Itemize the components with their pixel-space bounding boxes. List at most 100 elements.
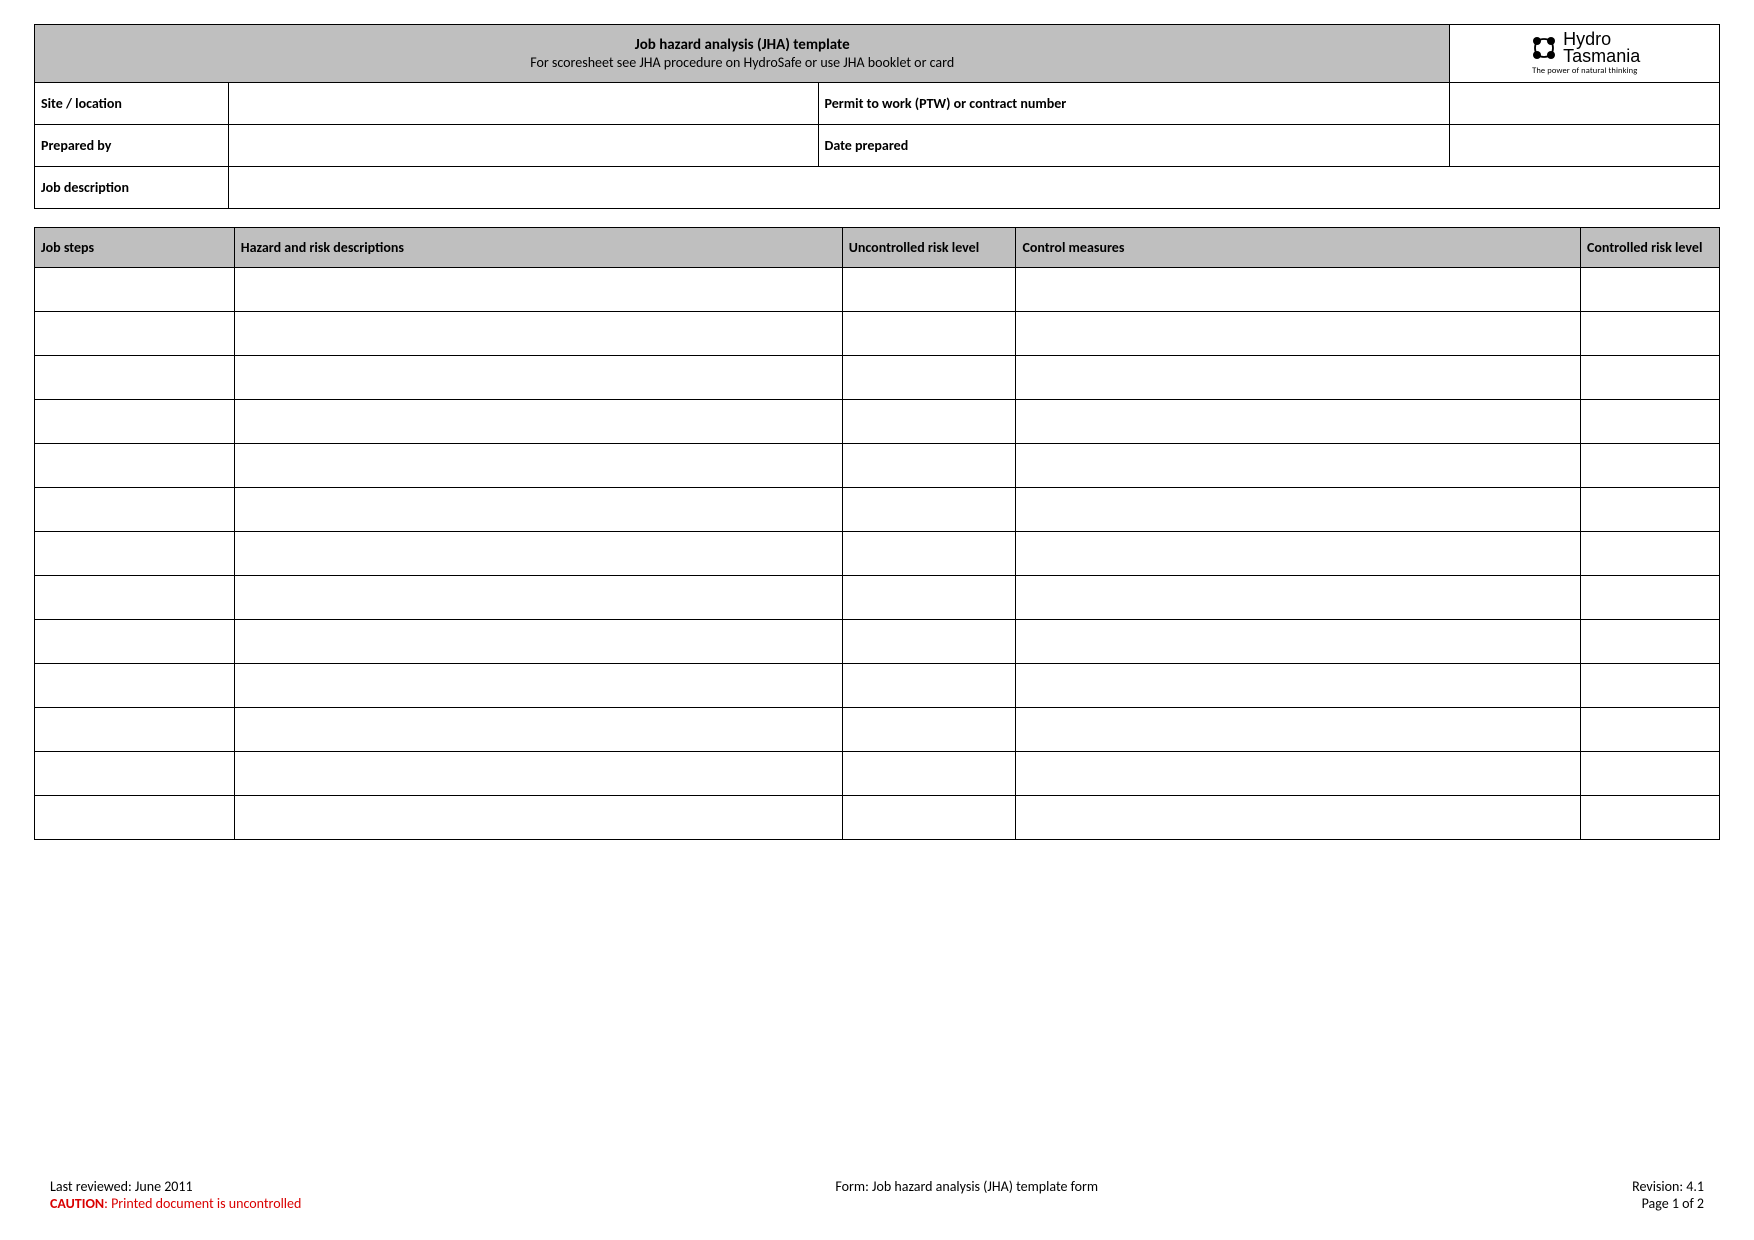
cell-uncontrolled-risk[interactable] [842, 619, 1016, 663]
cell-controlled-risk[interactable] [1581, 487, 1720, 531]
ptw-field[interactable] [1450, 82, 1720, 124]
cell-job-steps[interactable] [35, 751, 235, 795]
table-row [35, 795, 1720, 839]
cell-hazard-desc[interactable] [234, 795, 842, 839]
table-row [35, 575, 1720, 619]
cell-uncontrolled-risk[interactable] [842, 355, 1016, 399]
cell-hazard-desc[interactable] [234, 399, 842, 443]
cell-control-measures[interactable] [1016, 531, 1581, 575]
header-info-table: Job hazard analysis (JHA) template For s… [34, 24, 1720, 209]
cell-job-steps[interactable] [35, 575, 235, 619]
cell-hazard-desc[interactable] [234, 311, 842, 355]
footer-form-name: Form: Job hazard analysis (JHA) template… [301, 1178, 1632, 1195]
cell-controlled-risk[interactable] [1581, 267, 1720, 311]
cell-job-steps[interactable] [35, 267, 235, 311]
cell-hazard-desc[interactable] [234, 751, 842, 795]
job-description-field[interactable] [228, 166, 1719, 208]
form-title-cell: Job hazard analysis (JHA) template For s… [35, 25, 1450, 83]
cell-controlled-risk[interactable] [1581, 575, 1720, 619]
cell-job-steps[interactable] [35, 355, 235, 399]
cell-controlled-risk[interactable] [1581, 619, 1720, 663]
col-job-steps: Job steps [35, 227, 235, 267]
ptw-label: Permit to work (PTW) or contract number [818, 82, 1450, 124]
company-logo: Hydro Tasmania The power of natural thin… [1456, 31, 1713, 76]
date-prepared-field[interactable] [1450, 124, 1720, 166]
col-hazard-desc: Hazard and risk descriptions [234, 227, 842, 267]
cell-hazard-desc[interactable] [234, 707, 842, 751]
cell-uncontrolled-risk[interactable] [842, 399, 1016, 443]
footer-page: Page 1 of 2 [1632, 1195, 1704, 1212]
cell-controlled-risk[interactable] [1581, 751, 1720, 795]
cell-job-steps[interactable] [35, 795, 235, 839]
logo-line2: Tasmania [1563, 48, 1640, 65]
footer-caution-text: : Printed document is uncontrolled [104, 1195, 301, 1212]
cell-controlled-risk[interactable] [1581, 355, 1720, 399]
cell-hazard-desc[interactable] [234, 531, 842, 575]
cell-hazard-desc[interactable] [234, 575, 842, 619]
prepared-by-field[interactable] [228, 124, 818, 166]
col-uncontrolled-risk: Uncontrolled risk level [842, 227, 1016, 267]
footer-caution-label: CAUTION [50, 1195, 104, 1212]
cell-control-measures[interactable] [1016, 751, 1581, 795]
cell-uncontrolled-risk[interactable] [842, 267, 1016, 311]
cell-uncontrolled-risk[interactable] [842, 751, 1016, 795]
cell-uncontrolled-risk[interactable] [842, 443, 1016, 487]
cell-control-measures[interactable] [1016, 399, 1581, 443]
cell-uncontrolled-risk[interactable] [842, 663, 1016, 707]
date-prepared-label: Date prepared [818, 124, 1450, 166]
cell-controlled-risk[interactable] [1581, 443, 1720, 487]
cell-job-steps[interactable] [35, 311, 235, 355]
col-controlled-risk: Controlled risk level [1581, 227, 1720, 267]
cell-controlled-risk[interactable] [1581, 311, 1720, 355]
cell-hazard-desc[interactable] [234, 663, 842, 707]
cell-uncontrolled-risk[interactable] [842, 707, 1016, 751]
cell-job-steps[interactable] [35, 663, 235, 707]
cell-control-measures[interactable] [1016, 795, 1581, 839]
cell-control-measures[interactable] [1016, 707, 1581, 751]
table-row [35, 663, 1720, 707]
cell-control-measures[interactable] [1016, 487, 1581, 531]
hydro-logo-icon [1529, 33, 1559, 63]
cell-controlled-risk[interactable] [1581, 795, 1720, 839]
cell-uncontrolled-risk[interactable] [842, 311, 1016, 355]
cell-uncontrolled-risk[interactable] [842, 487, 1016, 531]
cell-job-steps[interactable] [35, 487, 235, 531]
cell-control-measures[interactable] [1016, 267, 1581, 311]
cell-controlled-risk[interactable] [1581, 707, 1720, 751]
cell-controlled-risk[interactable] [1581, 663, 1720, 707]
table-row [35, 619, 1720, 663]
form-title: Job hazard analysis (JHA) template [41, 36, 1443, 54]
table-row [35, 487, 1720, 531]
cell-control-measures[interactable] [1016, 663, 1581, 707]
site-location-field[interactable] [228, 82, 818, 124]
table-row [35, 355, 1720, 399]
logo-tagline: The power of natural thinking [1532, 67, 1637, 76]
cell-job-steps[interactable] [35, 707, 235, 751]
table-row [35, 531, 1720, 575]
company-logo-cell: Hydro Tasmania The power of natural thin… [1450, 25, 1720, 83]
cell-controlled-risk[interactable] [1581, 531, 1720, 575]
cell-control-measures[interactable] [1016, 355, 1581, 399]
steps-header-row: Job steps Hazard and risk descriptions U… [35, 227, 1720, 267]
cell-hazard-desc[interactable] [234, 443, 842, 487]
cell-hazard-desc[interactable] [234, 487, 842, 531]
cell-job-steps[interactable] [35, 443, 235, 487]
cell-job-steps[interactable] [35, 531, 235, 575]
cell-uncontrolled-risk[interactable] [842, 795, 1016, 839]
cell-hazard-desc[interactable] [234, 267, 842, 311]
cell-uncontrolled-risk[interactable] [842, 531, 1016, 575]
cell-hazard-desc[interactable] [234, 619, 842, 663]
cell-control-measures[interactable] [1016, 311, 1581, 355]
cell-job-steps[interactable] [35, 399, 235, 443]
table-row [35, 267, 1720, 311]
cell-controlled-risk[interactable] [1581, 399, 1720, 443]
cell-control-measures[interactable] [1016, 443, 1581, 487]
cell-job-steps[interactable] [35, 619, 235, 663]
cell-control-measures[interactable] [1016, 575, 1581, 619]
cell-uncontrolled-risk[interactable] [842, 575, 1016, 619]
table-row [35, 443, 1720, 487]
cell-control-measures[interactable] [1016, 619, 1581, 663]
job-description-label: Job description [35, 166, 229, 208]
page-footer: Last reviewed: June 2011 CAUTION: Printe… [50, 1178, 1704, 1212]
cell-hazard-desc[interactable] [234, 355, 842, 399]
